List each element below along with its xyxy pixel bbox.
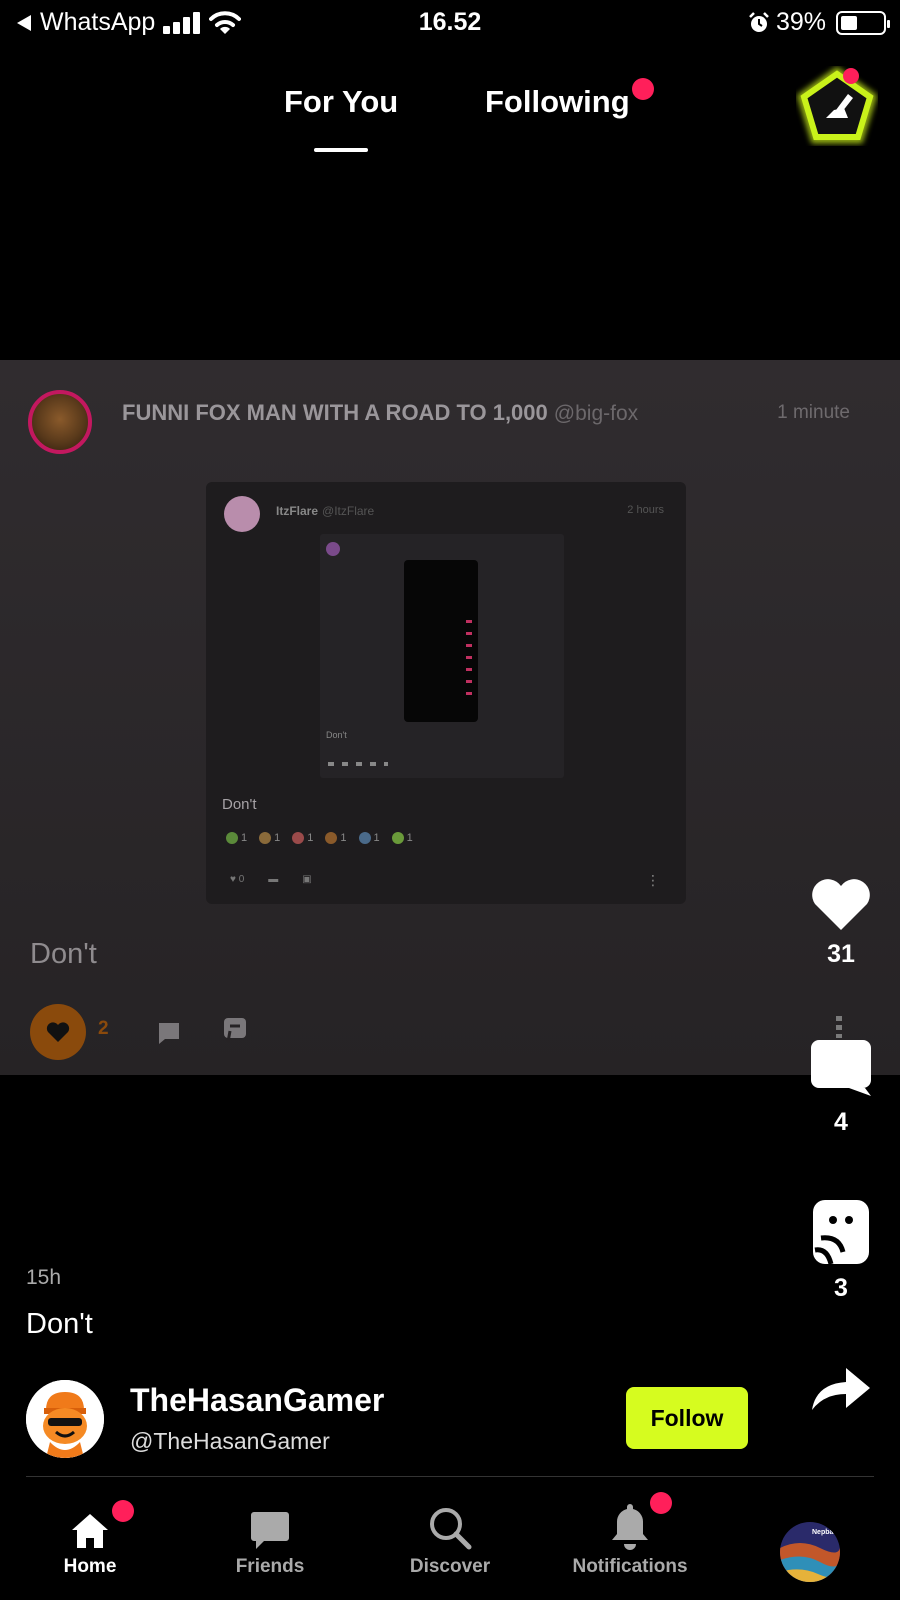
repost-icon (813, 1200, 869, 1265)
card-post-text: Don't (30, 938, 97, 970)
following-notification-dot (632, 78, 654, 100)
quoted-like: ♥ 0 (230, 874, 245, 885)
nested-post-text: Don't (326, 730, 347, 740)
like-button[interactable]: 31 (806, 876, 876, 969)
quoted-timestamp: 2 hours (627, 504, 664, 516)
reaction-emoji-icon (259, 832, 272, 844)
alarm-icon (749, 11, 769, 32)
profile-avatar-image: Nepbar (780, 1522, 840, 1582)
search-icon (430, 1508, 472, 1550)
quoted-author-line: ItzFlare @ItzFlare (276, 504, 374, 518)
battery-icon (836, 10, 890, 35)
heart-icon (812, 879, 870, 930)
battery-percent: 39% (775, 8, 826, 36)
reaction-chip: 1 (325, 832, 347, 844)
tab-following[interactable]: Following (485, 84, 630, 120)
bell-icon (612, 1504, 648, 1550)
quoted-action-bar: ♥ 0 ▬ ▣ (230, 874, 312, 885)
chat-bubble-icon (251, 1512, 289, 1549)
author-name[interactable]: TheHasanGamer (130, 1382, 384, 1419)
more-options-icon[interactable] (836, 1016, 842, 1038)
card-author-handle: @big-fox (553, 402, 639, 425)
profile-avatar-text: Nepbar (812, 1529, 836, 1536)
nested-avatar (326, 542, 340, 556)
status-bar: WhatsApp 16.52 39% (0, 0, 900, 46)
post-media-card[interactable]: FUNNI FOX MAN WITH A ROAD TO 1,000 @big-f… (0, 360, 900, 1075)
nav-notifications[interactable]: Notifications (550, 1488, 710, 1588)
notifications-dot (650, 1492, 672, 1514)
card-comment-button[interactable] (156, 1020, 182, 1051)
author-handle: @TheHasanGamer (130, 1428, 330, 1454)
quoted-comment-icon: ▬ (268, 874, 279, 885)
active-tab-indicator (314, 148, 368, 152)
quoted-reactions: 1 1 1 1 1 1 (226, 832, 413, 844)
comment-button[interactable]: 4 (806, 1036, 876, 1137)
comment-count: 4 (834, 1108, 848, 1136)
post-caption: Don't (26, 1308, 93, 1340)
nav-friends-label: Friends (235, 1556, 305, 1577)
share-arrow-icon (812, 1368, 870, 1410)
card-timestamp: 1 minute (777, 402, 850, 423)
card-repost-button[interactable] (222, 1016, 248, 1049)
repost-icon (224, 1018, 246, 1043)
daily-badge-button[interactable] (796, 66, 878, 148)
nav-home[interactable]: Home (10, 1488, 170, 1588)
tab-for-you[interactable]: For You (284, 84, 398, 120)
card-author-name: FUNNI FOX MAN WITH A ROAD TO 1,000 (122, 400, 548, 425)
quoted-author-name: ItzFlare (276, 504, 319, 518)
heart-icon (46, 1022, 70, 1042)
comment-icon (159, 1023, 179, 1044)
home-icon (72, 1514, 108, 1548)
quoted-post-text: Don't (222, 796, 257, 813)
post-timestamp: 15h (26, 1266, 62, 1289)
comment-bubble-icon (811, 1040, 871, 1096)
reaction-chip: 1 (259, 832, 280, 844)
nested-quoted-post: Don't (320, 534, 564, 778)
quoted-share-icon: ▣ (302, 874, 312, 885)
quoted-more-icon: ⋮ (646, 872, 660, 888)
quoted-author-avatar (224, 496, 260, 532)
card-like-count: 2 (98, 1018, 109, 1039)
reaction-emoji-icon (358, 832, 371, 844)
share-button[interactable] (806, 1366, 876, 1412)
reaction-chip: 1 (391, 832, 413, 844)
pentagon-badge-icon (796, 66, 878, 144)
repost-count: 3 (834, 1274, 848, 1302)
nav-profile-avatar[interactable]: Nepbar (780, 1522, 840, 1582)
orange-mascot-avatar-icon (26, 1380, 104, 1458)
follow-button[interactable]: Follow (626, 1387, 748, 1449)
nav-discover-label: Discover (409, 1556, 491, 1577)
repost-button[interactable]: 3 (806, 1198, 876, 1303)
reaction-chip: 1 (358, 832, 380, 844)
nav-home-label: Home (63, 1556, 117, 1577)
nav-friends[interactable]: Friends (190, 1488, 350, 1588)
card-like-button[interactable] (30, 1004, 86, 1060)
nav-discover[interactable]: Discover (370, 1488, 530, 1588)
nested-screenshot-image (404, 560, 478, 722)
quoted-post[interactable]: ItzFlare @ItzFlare 2 hours Don't Don't 1 … (206, 482, 686, 904)
nested-action-bar (328, 762, 388, 766)
card-author-avatar[interactable] (28, 390, 92, 454)
nav-notifications-label: Notifications (572, 1556, 688, 1577)
reaction-chip: 1 (226, 832, 247, 844)
reaction-emoji-icon (292, 832, 305, 844)
card-author-line[interactable]: FUNNI FOX MAN WITH A ROAD TO 1,000 @big-f… (122, 400, 638, 426)
home-notification-dot (112, 1500, 134, 1522)
nav-divider (26, 1476, 874, 1477)
reaction-chip: 1 (292, 832, 313, 844)
reaction-emoji-icon (325, 832, 338, 844)
reaction-emoji-icon (226, 832, 238, 844)
badge-notification-dot (843, 68, 859, 84)
reaction-emoji-icon (391, 832, 404, 844)
like-count: 31 (827, 940, 855, 968)
quoted-author-handle: @ItzFlare (322, 504, 375, 518)
author-avatar[interactable] (26, 1380, 104, 1458)
